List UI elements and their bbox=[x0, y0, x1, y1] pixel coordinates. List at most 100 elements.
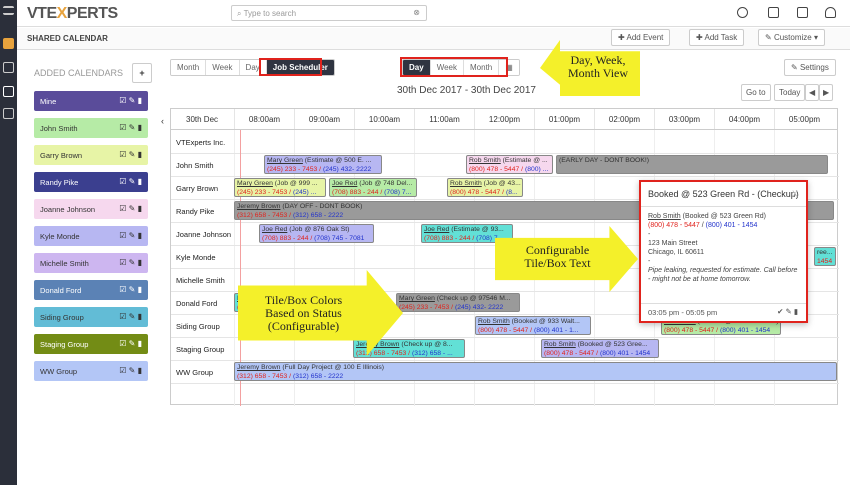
schedule-icon[interactable] bbox=[3, 62, 14, 73]
event-contact-link[interactable]: Joe Red bbox=[332, 180, 357, 187]
event-tile[interactable]: (EARLY DAY - DONT BOOK!) bbox=[556, 155, 828, 174]
calendar-icon[interactable] bbox=[3, 38, 14, 49]
row-divider bbox=[171, 383, 839, 384]
calendar-item[interactable]: Joanne Johnson ☑ ✎ ▮ bbox=[34, 199, 148, 219]
calendar-item-actions-icon[interactable]: ☑ ✎ ▮ bbox=[119, 339, 142, 348]
settings-button[interactable]: ✎ Settings bbox=[784, 59, 836, 76]
event-phone-2: (800) 401 - 1454 bbox=[719, 326, 771, 334]
event-title: (DAY OFF - DONT BOOK) bbox=[280, 203, 363, 210]
event-tile[interactable]: Jeremy Brown (Full Day Project @ 100 E I… bbox=[234, 362, 837, 381]
calendar-item-actions-icon[interactable]: ☑ ✎ ▮ bbox=[119, 123, 142, 132]
event-contact-link[interactable]: Mary Green bbox=[267, 157, 303, 164]
calendar-item-label: Randy Pike bbox=[40, 178, 79, 187]
resource-row-label: Randy Pike bbox=[176, 207, 215, 216]
calendar-item[interactable]: Michelle Smith ☑ ✎ ▮ bbox=[34, 253, 148, 273]
today-button[interactable]: Today bbox=[774, 84, 806, 101]
calendar-item[interactable]: WW Group ☑ ✎ ▮ bbox=[34, 361, 148, 381]
popup-contact-link[interactable]: Rob Smith bbox=[648, 213, 681, 220]
event-phone-2: (708) 7... bbox=[384, 188, 412, 196]
time-header-cell: 08:00am bbox=[234, 109, 294, 129]
logo: VTEXPERTS bbox=[27, 5, 118, 22]
resource-row-label: VTExperts Inc. bbox=[176, 138, 226, 147]
event-tile[interactable]: Rob Smith (Booked @ 933 Walt... (800) 478… bbox=[475, 316, 591, 335]
event-contact-link[interactable]: Joe Red bbox=[424, 226, 449, 233]
popup-title: Booked @ 523 Green Rd - (Checkup) X bbox=[641, 182, 806, 207]
range-highlight bbox=[400, 57, 508, 77]
scheduler-active-icon[interactable] bbox=[3, 86, 14, 97]
event-tile[interactable]: Joe Red (Job @ 876 Oak St) (708) 883 - 24… bbox=[259, 224, 374, 243]
time-header-cell: 10:00am bbox=[354, 109, 414, 129]
popup-actions[interactable]: ✔ ✎ ▮ bbox=[777, 307, 798, 316]
customize-button[interactable]: ✎ Customize ▾ bbox=[758, 29, 825, 46]
event-contact-link[interactable]: Mary Green bbox=[399, 295, 435, 302]
calendar-item[interactable]: John Smith ☑ ✎ ▮ bbox=[34, 118, 148, 138]
goto-button[interactable]: Go to bbox=[741, 84, 771, 101]
event-tile[interactable]: Joe Red (Job @ 748 Del... (708) 883 - 244… bbox=[329, 178, 417, 197]
event-contact-link[interactable]: Rob Smith bbox=[478, 318, 510, 325]
prev-button[interactable]: ◀ bbox=[805, 84, 820, 101]
calendar-item-actions-icon[interactable]: ☑ ✎ ▮ bbox=[119, 285, 142, 294]
search-dropdown-icon[interactable]: ⊗ bbox=[413, 8, 420, 17]
calendar-item-actions-icon[interactable]: ☑ ✎ ▮ bbox=[119, 231, 142, 240]
calendar-item-actions-icon[interactable]: ☑ ✎ ▮ bbox=[119, 312, 142, 321]
calendar-item-label: Michelle Smith bbox=[40, 259, 89, 268]
event-phone-2: (800) ... bbox=[524, 165, 549, 173]
user-icon[interactable] bbox=[825, 7, 836, 18]
calendar-item-label: John Smith bbox=[40, 124, 78, 133]
calendar-top-icon[interactable] bbox=[768, 7, 779, 18]
event-phone: (312) 658 - 7453 bbox=[237, 372, 288, 380]
event-tile[interactable]: Mary Green (Estimate @ 500 E. ... (245) 2… bbox=[264, 155, 382, 174]
time-header-cell: 09:00am bbox=[294, 109, 354, 129]
collapse-icon[interactable]: ‹ bbox=[161, 116, 164, 126]
event-contact-link[interactable]: Rob Smith bbox=[450, 180, 482, 187]
calendar-item-actions-icon[interactable]: ☑ ✎ ▮ bbox=[119, 258, 142, 267]
week-view-button[interactable]: Week bbox=[206, 60, 240, 75]
calendar-item-actions-icon[interactable]: ☑ ✎ ▮ bbox=[119, 96, 142, 105]
month-view-button[interactable]: Month bbox=[171, 60, 207, 75]
event-title: (Job @ 876 Oak St) bbox=[287, 226, 350, 233]
event-contact-link[interactable]: Rob Smith bbox=[469, 157, 501, 164]
event-phone-2: (708) 745 - 7081 bbox=[314, 234, 365, 242]
close-icon[interactable]: X bbox=[792, 188, 798, 200]
calendar-item-actions-icon[interactable]: ☑ ✎ ▮ bbox=[119, 204, 142, 213]
calendar-item[interactable]: Garry Brown ☑ ✎ ▮ bbox=[34, 145, 148, 165]
event-tile[interactable]: Rob Smith (Job @ 43... (800) 478 - 5447 /… bbox=[447, 178, 523, 197]
add-task-button[interactable]: ✚ Add Task bbox=[689, 29, 745, 46]
list-icon[interactable] bbox=[3, 108, 14, 119]
calendar-item[interactable]: Mine ☑ ✎ ▮ bbox=[34, 91, 148, 111]
add-icon[interactable] bbox=[737, 7, 748, 18]
event-tile[interactable]: Mary Green (Job @ 999 ... (245) 233 - 745… bbox=[234, 178, 326, 197]
next-button[interactable]: ▶ bbox=[819, 84, 834, 101]
calendar-item-label: Donald Ford bbox=[40, 286, 82, 295]
event-contact-link[interactable]: Rob Smith bbox=[544, 341, 576, 348]
calendar-item[interactable]: Randy Pike ☑ ✎ ▮ bbox=[34, 172, 148, 192]
calendar-item-actions-icon[interactable]: ☑ ✎ ▮ bbox=[119, 177, 142, 186]
event-tile[interactable]: Mary Green (Check up @ 97546 M... (245) 2… bbox=[396, 293, 520, 312]
event-contact-link[interactable]: Jeremy Brown bbox=[237, 203, 280, 210]
event-tile[interactable]: ree... 1454 bbox=[814, 247, 836, 266]
calendar-item-actions-icon[interactable]: ☑ ✎ ▮ bbox=[119, 150, 142, 159]
calendar-item[interactable]: Donald Ford ☑ ✎ ▮ bbox=[34, 280, 148, 300]
popup-footer: 03:05 pm - 05:05 pm ✔ ✎ ▮ bbox=[641, 303, 806, 321]
calendar-item[interactable]: Kyle Monde ☑ ✎ ▮ bbox=[34, 226, 148, 246]
event-contact-link[interactable]: Jeremy Brown bbox=[237, 364, 280, 371]
search-input[interactable]: ⌕ Type to search ⊗ bbox=[231, 5, 427, 21]
event-tile[interactable]: Rob Smith (Booked @ 523 Gree... (800) 478… bbox=[541, 339, 659, 358]
menu-icon[interactable] bbox=[3, 6, 14, 15]
time-header-cell: 03:00pm bbox=[654, 109, 714, 129]
row-divider bbox=[171, 360, 839, 361]
event-phone-2: (312) 658 - 2222 bbox=[292, 372, 344, 380]
job-scheduler-highlight bbox=[259, 58, 322, 76]
calendar-item[interactable]: Staging Group ☑ ✎ ▮ bbox=[34, 334, 148, 354]
event-contact-link[interactable]: Joe Red bbox=[262, 226, 287, 233]
tasks-icon[interactable] bbox=[797, 7, 808, 18]
event-tile[interactable]: Rob Smith (Estimate @ ... (800) 478 - 544… bbox=[466, 155, 553, 174]
calendar-item[interactable]: Siding Group ☑ ✎ ▮ bbox=[34, 307, 148, 327]
calendar-item-actions-icon[interactable]: ☑ ✎ ▮ bbox=[119, 366, 142, 375]
event-contact-link[interactable]: Mary Green bbox=[237, 180, 273, 187]
add-event-button[interactable]: ✚ Add Event bbox=[611, 29, 671, 46]
event-title: (EARLY DAY - DONT BOOK!) bbox=[559, 157, 650, 164]
event-phone: (312) 658 - 7453 bbox=[356, 349, 407, 357]
add-calendar-button[interactable]: + bbox=[132, 63, 152, 83]
event-phone: (800) 478 - 5447 bbox=[450, 188, 501, 196]
